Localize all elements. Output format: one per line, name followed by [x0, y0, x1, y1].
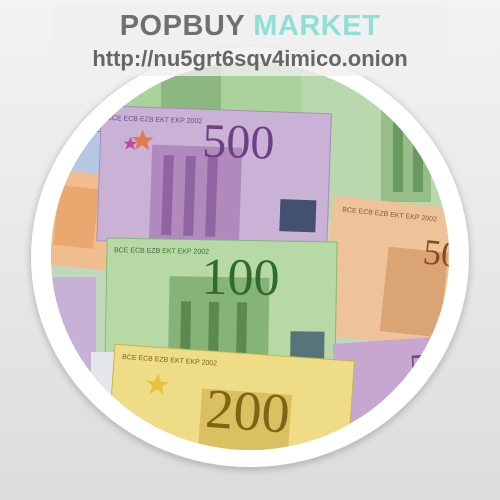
banknote-500: BCE ECB EZB EKT EKP 2002 500: [96, 105, 332, 250]
banknote-500-value: 500: [202, 114, 276, 169]
euro-banknotes-photo: BCE ECB EZB EKT BCE ECB EZB EKT EKP 2002…: [51, 62, 449, 450]
onion-url: http://nu5grt6sqv4imico.onion: [92, 46, 408, 71]
banknote-200-value: 200: [204, 378, 292, 446]
site-brand: POPBUY MARKET: [0, 10, 500, 43]
banknote-50-value: 50: [421, 231, 449, 275]
banknote-100-value: 100: [201, 249, 280, 307]
brand-name-part1: POPBUY: [119, 10, 245, 42]
brand-name-part2: MARKET: [253, 10, 381, 42]
banknote-50-right: BCE ECB EZB EKT EKP 2002 50: [319, 195, 449, 350]
